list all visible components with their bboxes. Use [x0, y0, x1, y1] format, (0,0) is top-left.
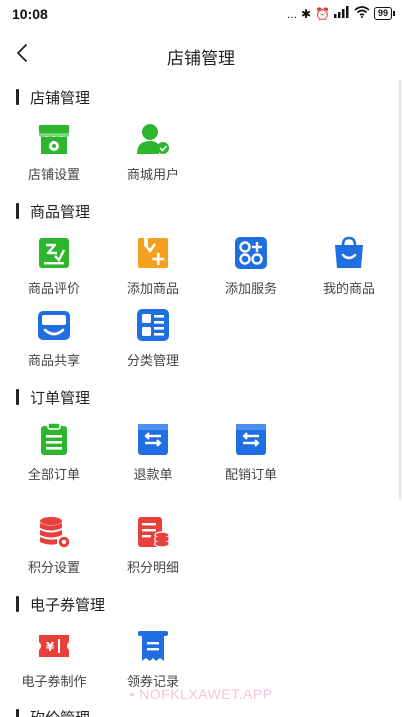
coupon-create-icon: ¥ [39, 635, 69, 657]
nav-bar: 店铺管理 [0, 36, 402, 72]
points-settings-button[interactable]: 积分设置 [5, 515, 103, 579]
section-header-goods: 商品管理 [16, 200, 90, 222]
section-title: 商品管理 [30, 203, 91, 221]
product-share-button[interactable]: 商品共享 [5, 308, 103, 372]
mall-users-label: 商城用户 [126, 167, 179, 182]
points-detail-label: 积分明细 [126, 560, 179, 575]
refund-order-label: 退款单 [133, 467, 173, 482]
section-title: 订单管理 [30, 389, 91, 407]
section-header-bargain: 砍价管理 [16, 706, 90, 717]
signal-dots: ... [286, 6, 297, 21]
points-settings-label: 积分设置 [27, 560, 80, 575]
section-marker [16, 203, 19, 219]
mall-users-button[interactable]: 商城用户 [104, 122, 202, 186]
section-header-store: 店铺管理 [16, 86, 90, 108]
my-products-label: 我的商品 [322, 281, 375, 296]
scrollbar[interactable] [399, 80, 401, 500]
distribution-order-label: 配销订单 [224, 467, 277, 482]
add-service-button[interactable]: 添加服务 [202, 236, 300, 300]
add-service-label: 添加服务 [224, 281, 277, 296]
section-title: 砍价管理 [30, 707, 90, 717]
distribution-order-icon [236, 424, 266, 455]
section-header-coupon: 电子券管理 [16, 593, 105, 615]
points-detail-button[interactable]: 积分明细 [104, 515, 202, 579]
product-review-label: 商品评价 [27, 281, 80, 296]
all-orders-button[interactable]: 全部订单 [5, 422, 103, 486]
category-icon [137, 309, 169, 341]
wifi-icon [354, 6, 370, 21]
mall-users-icon [137, 124, 169, 154]
product-review-button[interactable]: 商品评价 [5, 236, 103, 300]
cell-signal-icon [333, 6, 350, 21]
all-orders-label: 全部订单 [27, 467, 80, 482]
svg-text:¥: ¥ [46, 640, 55, 654]
add-service-icon [235, 237, 267, 269]
product-review-icon [39, 238, 69, 268]
status-icons: ... ✱ ⏰ 99 [286, 6, 396, 21]
product-share-label: 商品共享 [27, 353, 80, 368]
watermark: • NOFKLXAWET.APP [129, 686, 273, 702]
section-marker [16, 389, 19, 405]
coupon-record-button[interactable]: 领券记录 [104, 629, 202, 693]
distribution-order-button[interactable]: 配销订单 [202, 422, 300, 486]
refund-order-icon [138, 424, 168, 455]
status-bar: 10:08 ... ✱ ⏰ 99 [0, 0, 402, 30]
bluetooth-icon: ✱ [300, 6, 312, 21]
battery-indicator: 99 [373, 7, 396, 20]
store-settings-icon [39, 125, 69, 154]
category-management-button[interactable]: 分类管理 [104, 308, 202, 372]
store-settings-label: 店铺设置 [27, 167, 80, 182]
my-products-icon [335, 236, 363, 268]
section-title: 店铺管理 [30, 89, 91, 107]
points-detail-icon [138, 517, 170, 548]
coupon-record-icon [138, 631, 168, 661]
add-product-label: 添加商品 [126, 281, 179, 296]
my-products-button[interactable]: 我的商品 [300, 236, 398, 300]
section-marker [16, 89, 19, 105]
all-orders-icon [41, 422, 67, 455]
alarm-icon: ⏰ [315, 6, 330, 21]
product-share-icon [38, 311, 70, 340]
refund-order-button[interactable]: 退款单 [104, 422, 202, 486]
section-marker [16, 709, 19, 717]
add-product-button[interactable]: 添加商品 [104, 236, 202, 300]
store-settings-button[interactable]: 店铺设置 [5, 122, 103, 186]
status-time: 10:08 [12, 6, 48, 22]
page-title: 店铺管理 [167, 49, 235, 68]
category-management-label: 分类管理 [126, 353, 179, 368]
add-product-icon [138, 238, 168, 268]
section-marker [16, 596, 19, 612]
coupon-create-button[interactable]: ¥ 电子券制作 [5, 629, 103, 693]
section-header-orders: 订单管理 [16, 386, 90, 408]
points-settings-icon [40, 517, 71, 549]
section-title: 电子券管理 [30, 596, 106, 614]
